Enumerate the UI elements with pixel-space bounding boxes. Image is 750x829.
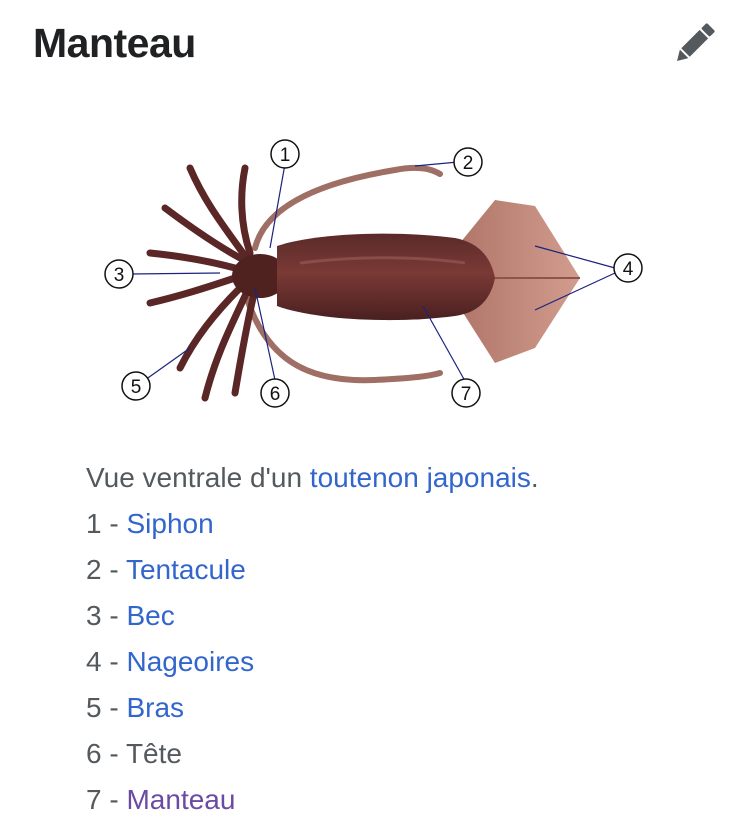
caption-intro: Vue ventrale d'un toutenon japonais. bbox=[86, 462, 539, 493]
caption-item-siphon: 1 - Siphon bbox=[86, 508, 214, 539]
link-tentacule[interactable]: Tentacule bbox=[126, 554, 246, 585]
callout-7: 7 bbox=[451, 378, 481, 408]
link-siphon[interactable]: Siphon bbox=[126, 508, 213, 539]
caption-item-bec: 3 - Bec bbox=[86, 600, 175, 631]
callout-1: 1 bbox=[270, 139, 300, 169]
svg-text:4: 4 bbox=[623, 259, 634, 280]
link-toutenon-japonais[interactable]: toutenon japonais bbox=[310, 462, 531, 493]
link-manteau[interactable]: Manteau bbox=[126, 784, 235, 815]
caption-item-tete: 6 - Tête bbox=[86, 738, 182, 769]
section-header: Manteau bbox=[0, 0, 750, 90]
svg-text:6: 6 bbox=[270, 384, 281, 405]
caption-item-manteau: 7 - Manteau bbox=[86, 784, 236, 815]
caption-item-bras: 5 - Bras bbox=[86, 692, 185, 723]
squid-diagram-image: 1 2 3 4 5 6 7 bbox=[95, 128, 655, 418]
link-nageoires[interactable]: Nageoires bbox=[126, 646, 254, 677]
pencil-icon[interactable] bbox=[668, 18, 720, 70]
svg-text:3: 3 bbox=[114, 265, 125, 286]
caption-item-nageoires: 4 - Nageoires bbox=[86, 646, 255, 677]
link-bec[interactable]: Bec bbox=[126, 600, 174, 631]
caption-text-tete: Tête bbox=[125, 738, 182, 769]
callout-5: 5 bbox=[121, 371, 151, 401]
svg-text:2: 2 bbox=[463, 153, 474, 174]
svg-text:1: 1 bbox=[280, 145, 291, 166]
svg-text:5: 5 bbox=[131, 377, 142, 398]
callout-6: 6 bbox=[260, 378, 290, 408]
link-bras[interactable]: Bras bbox=[126, 692, 184, 723]
svg-text:7: 7 bbox=[461, 384, 472, 405]
squid-mantle bbox=[277, 233, 495, 321]
callout-4: 4 bbox=[613, 253, 643, 283]
caption-item-tentacule: 2 - Tentacule bbox=[86, 554, 246, 585]
callout-3: 3 bbox=[104, 259, 134, 289]
callout-2: 2 bbox=[453, 147, 483, 177]
figure-caption: Vue ventrale d'un toutenon japonais. 1 -… bbox=[86, 455, 706, 823]
section-title: Manteau bbox=[33, 20, 196, 66]
